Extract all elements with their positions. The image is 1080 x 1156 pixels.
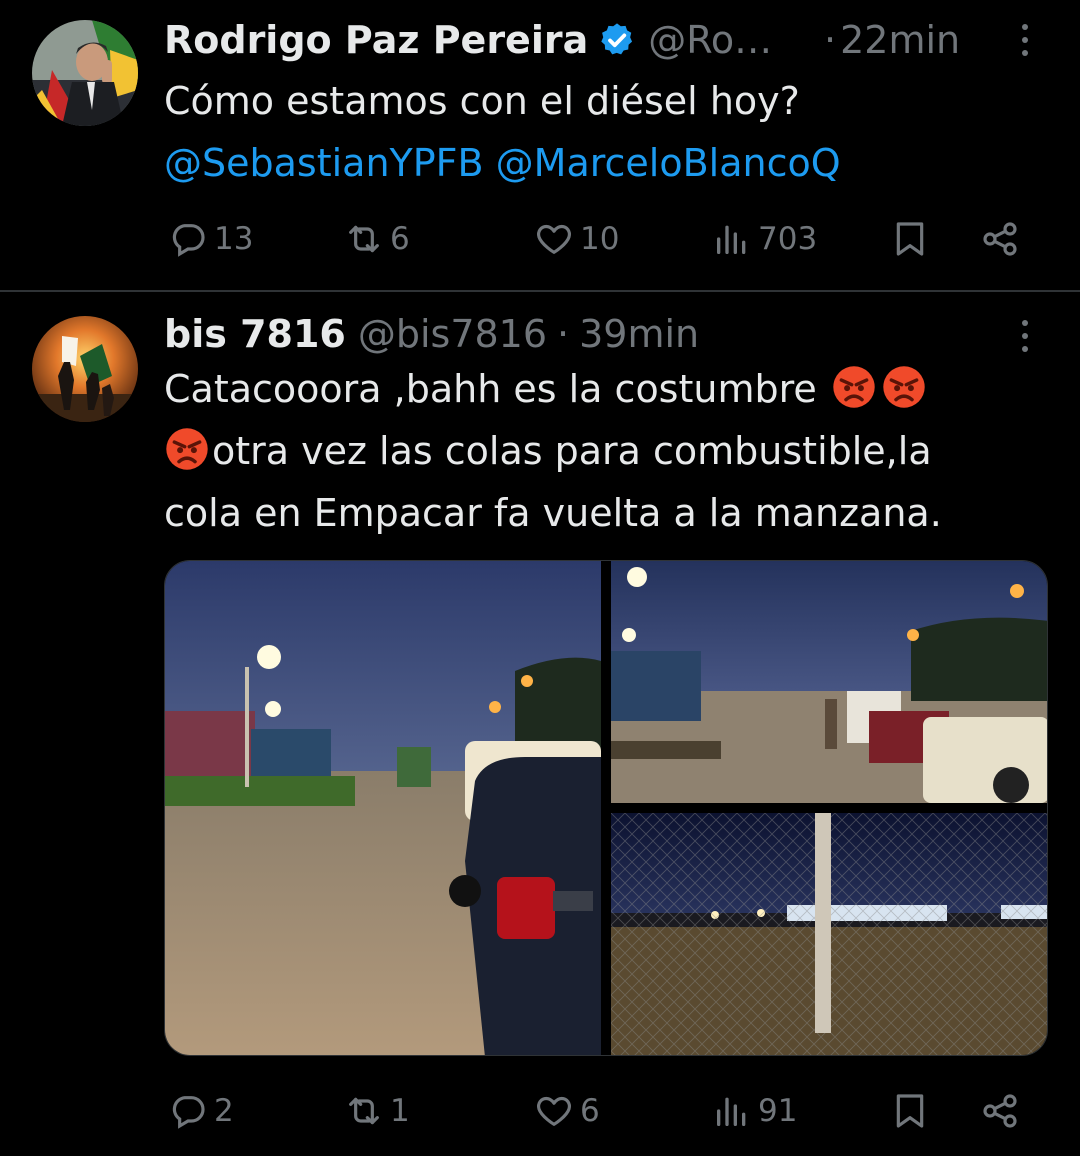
- angry-face-emoji: [166, 428, 208, 470]
- separator: ·: [557, 312, 570, 356]
- views-button[interactable]: 91: [712, 1086, 797, 1136]
- views-icon: [717, 225, 746, 254]
- bookmark-icon: [896, 222, 924, 256]
- mentions[interactable]: @SebastianYPFB @MarceloBlancoQ: [164, 132, 1044, 194]
- tweet-text-line: cola en Empacar fa vuelta a la manzana.: [164, 491, 942, 535]
- repost-count: 6: [390, 221, 410, 257]
- tweet-header: Rodrigo Paz Pereira @Ro…: [164, 14, 772, 66]
- reply-count: 2: [214, 1093, 234, 1129]
- tweet-meta: · 22min: [824, 14, 960, 66]
- author-handle[interactable]: @bis7816: [358, 312, 547, 356]
- repost-icon: [349, 225, 379, 253]
- tweet[interactable]: Rodrigo Paz Pereira @Ro… · 22min Cómo es…: [0, 0, 1080, 290]
- tweet-text-line: Cómo estamos con el diésel hoy?: [164, 79, 800, 123]
- reply-icon: [172, 1096, 205, 1129]
- repost-button[interactable]: 1: [344, 1086, 410, 1136]
- avatar[interactable]: [32, 20, 138, 126]
- timestamp[interactable]: 22min: [840, 18, 960, 62]
- tweet-text-line: Catacooora ,bahh es la costumbre: [164, 358, 1044, 420]
- like-count: 6: [580, 1093, 600, 1129]
- tweet-text-segment: otra vez las colas para combustible,la: [212, 429, 932, 473]
- views-button[interactable]: 703: [712, 214, 817, 264]
- author-handle[interactable]: @Ro…: [648, 18, 772, 62]
- bookmark-icon: [896, 1094, 924, 1128]
- like-count: 10: [580, 221, 620, 257]
- angry-face-emoji: [833, 366, 875, 408]
- tweet[interactable]: bis 7816 @bis7816 · 39min Catacooora ,ba…: [0, 292, 1080, 1156]
- like-button[interactable]: 10: [534, 214, 619, 264]
- share-icon: [983, 222, 1017, 256]
- media-grid: [164, 560, 1048, 1056]
- heart-icon: [537, 1096, 571, 1126]
- share-icon: [983, 1094, 1017, 1128]
- bookmark-button[interactable]: [890, 1086, 936, 1136]
- author-name[interactable]: bis 7816: [164, 312, 346, 356]
- bookmark-button[interactable]: [890, 214, 936, 264]
- separator: ·: [824, 18, 837, 62]
- views-icon: [717, 1097, 746, 1126]
- like-button[interactable]: 6: [534, 1086, 600, 1136]
- photo-station-fence[interactable]: [611, 813, 1047, 1055]
- share-button[interactable]: [980, 1086, 1026, 1136]
- view-count: 91: [758, 1093, 798, 1129]
- tweet-actions: 13 6 10 703: [164, 214, 1044, 264]
- tweet-text-segment: Catacooora ,bahh es la costumbre: [164, 367, 817, 411]
- verified-badge-icon: [601, 23, 633, 55]
- view-count: 703: [758, 221, 818, 257]
- tweet-actions: 2 1 6 91: [164, 1086, 1044, 1136]
- avatar[interactable]: [32, 316, 138, 422]
- tweet-text-line: otra vez las colas para combustible,la: [164, 420, 1044, 482]
- tweet-text: Catacooora ,bahh es la costumbre otra ve…: [164, 358, 1044, 544]
- photo-queue-trucks[interactable]: [611, 561, 1047, 803]
- repost-icon: [349, 1097, 379, 1125]
- share-button[interactable]: [980, 214, 1026, 264]
- tweet-header: bis 7816 @bis7816 · 39min: [164, 308, 699, 360]
- tweet-text: Cómo estamos con el diésel hoy? @Sebasti…: [164, 70, 1044, 194]
- repost-count: 1: [390, 1093, 410, 1129]
- photo-queue-road[interactable]: [165, 561, 601, 1055]
- repost-button[interactable]: 6: [344, 214, 410, 264]
- reply-button[interactable]: 2: [168, 1086, 234, 1136]
- angry-face-emoji: [883, 366, 925, 408]
- reply-icon: [172, 224, 205, 257]
- reply-count: 13: [214, 221, 254, 257]
- more-icon[interactable]: [1010, 316, 1040, 356]
- heart-icon: [537, 224, 571, 254]
- reply-button[interactable]: 13: [168, 214, 253, 264]
- more-icon[interactable]: [1010, 20, 1040, 60]
- author-name[interactable]: Rodrigo Paz Pereira: [164, 18, 588, 62]
- timestamp[interactable]: 39min: [579, 312, 699, 356]
